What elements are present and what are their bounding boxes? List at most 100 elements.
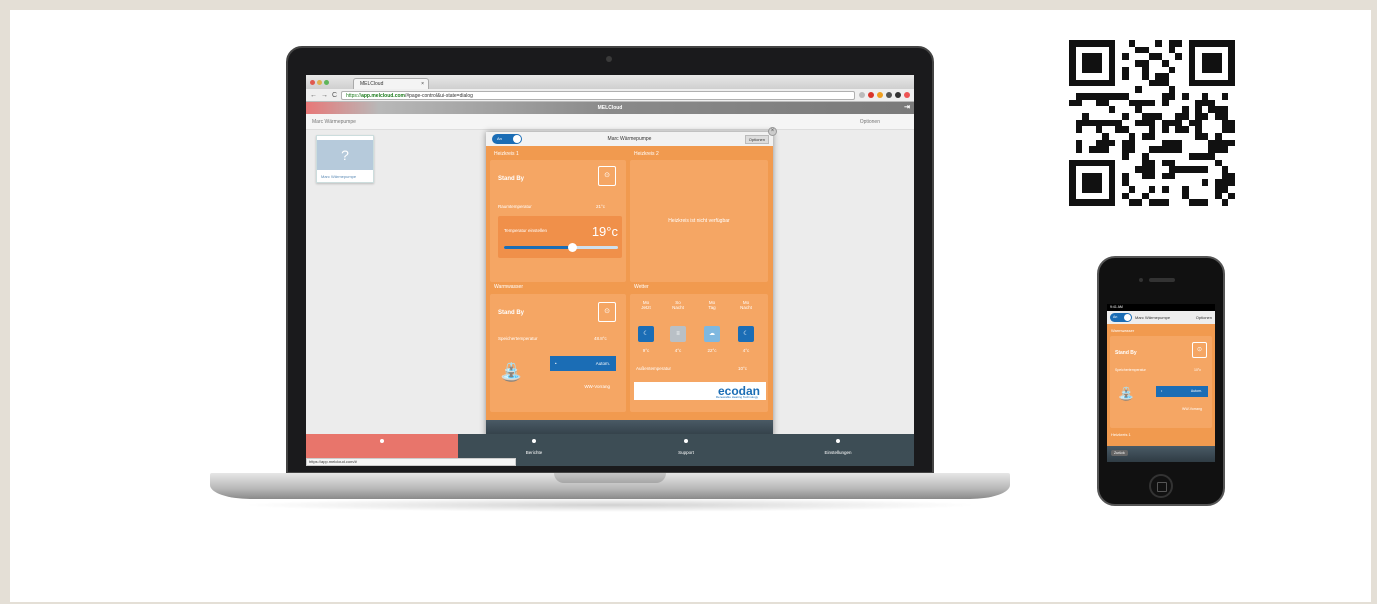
qr-module [1155, 179, 1162, 186]
browser-tab[interactable]: MELCloud × [353, 78, 429, 89]
qr-module [1155, 120, 1162, 127]
qr-module [1115, 166, 1122, 173]
qr-module [1102, 146, 1109, 153]
qr-module [1215, 66, 1222, 74]
phone-boost-button[interactable]: WW-Vorrang [1156, 404, 1208, 414]
qr-module [1102, 73, 1109, 80]
qr-module [1069, 199, 1076, 206]
star-icon[interactable] [859, 92, 865, 98]
qr-module [1169, 53, 1176, 60]
qr-module [1082, 66, 1089, 74]
phone-home-button[interactable] [1149, 474, 1173, 498]
qr-module [1095, 40, 1103, 47]
phone-options[interactable]: Optionen [1196, 315, 1212, 320]
qr-module [1069, 153, 1076, 160]
tab-close-icon[interactable]: × [421, 79, 424, 89]
temperature-slider[interactable] [504, 243, 618, 252]
qr-module [1195, 73, 1202, 80]
qr-module [1201, 179, 1209, 187]
qr-module [1122, 139, 1129, 147]
qr-module [1188, 152, 1196, 160]
device-card[interactable]: ? Marc Wärmepumpe [316, 135, 374, 183]
address-bar: ← → C https://app.melcloud.com/#page-con… [306, 89, 914, 102]
back-icon[interactable]: ← [310, 92, 317, 99]
qr-module [1208, 66, 1216, 74]
dialog-options-button[interactable]: Optionen [744, 135, 769, 144]
dialog-close-icon[interactable]: × [768, 127, 777, 136]
qr-module [1162, 179, 1169, 186]
phone-title: Marc Wärmepumpe [1135, 315, 1171, 320]
close-window-icon[interactable] [310, 80, 315, 85]
reload-icon[interactable]: C [332, 92, 337, 99]
qr-module [1149, 40, 1156, 47]
settings-icon[interactable] [895, 92, 901, 98]
forward-icon[interactable]: → [321, 92, 328, 99]
phone-screen: 9:41 AM An Marc Wärmepumpe Optionen Warm… [1107, 304, 1215, 462]
set-temp-value: 19°c [591, 224, 618, 239]
moon-icon: ☾ [738, 326, 754, 342]
faucet-icon: ⛲ [500, 362, 523, 382]
qr-module [1095, 66, 1103, 74]
qr-module [1135, 113, 1142, 120]
qr-module [1108, 53, 1116, 60]
auto-button[interactable]: • Autom. [550, 356, 616, 371]
qr-module [1195, 119, 1202, 127]
maximize-window-icon[interactable] [324, 80, 329, 85]
qr-module [1115, 160, 1122, 167]
qr-module [1069, 99, 1076, 107]
qr-module [1189, 193, 1196, 200]
qr-module [1161, 73, 1169, 80]
qr-module [1201, 166, 1209, 173]
qr-module [1095, 126, 1103, 133]
qr-module [1215, 113, 1222, 120]
qr-module [1075, 126, 1083, 133]
url-input[interactable]: https://app.melcloud.com/#page-control&u… [341, 90, 855, 100]
qr-module [1115, 140, 1122, 147]
qr-module [1202, 193, 1209, 200]
qr-module [1155, 93, 1162, 100]
qr-module [1162, 106, 1169, 113]
phone-auto-button[interactable]: • Autom. [1156, 386, 1208, 397]
slider-handle[interactable] [568, 243, 578, 252]
options-link[interactable]: Optionen [860, 119, 880, 125]
qr-module [1208, 166, 1215, 173]
qr-module [1149, 153, 1156, 160]
phone-faucet-icon: ⛲ [1118, 386, 1135, 401]
minimize-window-icon[interactable] [317, 80, 322, 85]
qr-module [1089, 193, 1096, 200]
qr-module [1161, 186, 1169, 193]
qr-module [1161, 172, 1169, 180]
qr-module [1162, 133, 1169, 140]
qr-module [1109, 113, 1116, 120]
house-icon: ⊙ [598, 166, 616, 186]
qr-module [1169, 133, 1176, 140]
nav-settings[interactable]: Einstellungen [762, 434, 914, 466]
qr-module [1122, 186, 1129, 193]
qr-module [1108, 192, 1116, 200]
extension-gray-icon[interactable] [886, 92, 892, 98]
qr-module [1135, 199, 1143, 206]
qr-module [1108, 199, 1116, 206]
qr-module [1135, 80, 1142, 87]
qr-module [1129, 113, 1136, 120]
qr-module [1195, 179, 1202, 186]
qr-module [1182, 47, 1189, 54]
phone-power-toggle[interactable]: An [1110, 313, 1132, 322]
logout-icon[interactable]: ⇥ [904, 102, 910, 114]
qr-module [1096, 153, 1103, 160]
qr-module [1102, 153, 1109, 160]
extension-red-icon[interactable] [868, 92, 874, 98]
phone-back-button[interactable]: Zurück [1111, 450, 1128, 456]
home-icon [380, 439, 384, 443]
qr-module [1195, 166, 1202, 173]
extension-orange-icon[interactable] [877, 92, 883, 98]
qr-module [1069, 46, 1076, 54]
qr-module [1076, 67, 1083, 74]
qr-module [1135, 133, 1142, 140]
menu-icon[interactable] [904, 92, 910, 98]
qr-module [1182, 100, 1189, 107]
nav-label: Support [678, 450, 694, 455]
nav-support[interactable]: Support [610, 434, 762, 466]
qr-module [1189, 100, 1196, 107]
boost-button[interactable]: WW-Vorrang [550, 380, 616, 393]
